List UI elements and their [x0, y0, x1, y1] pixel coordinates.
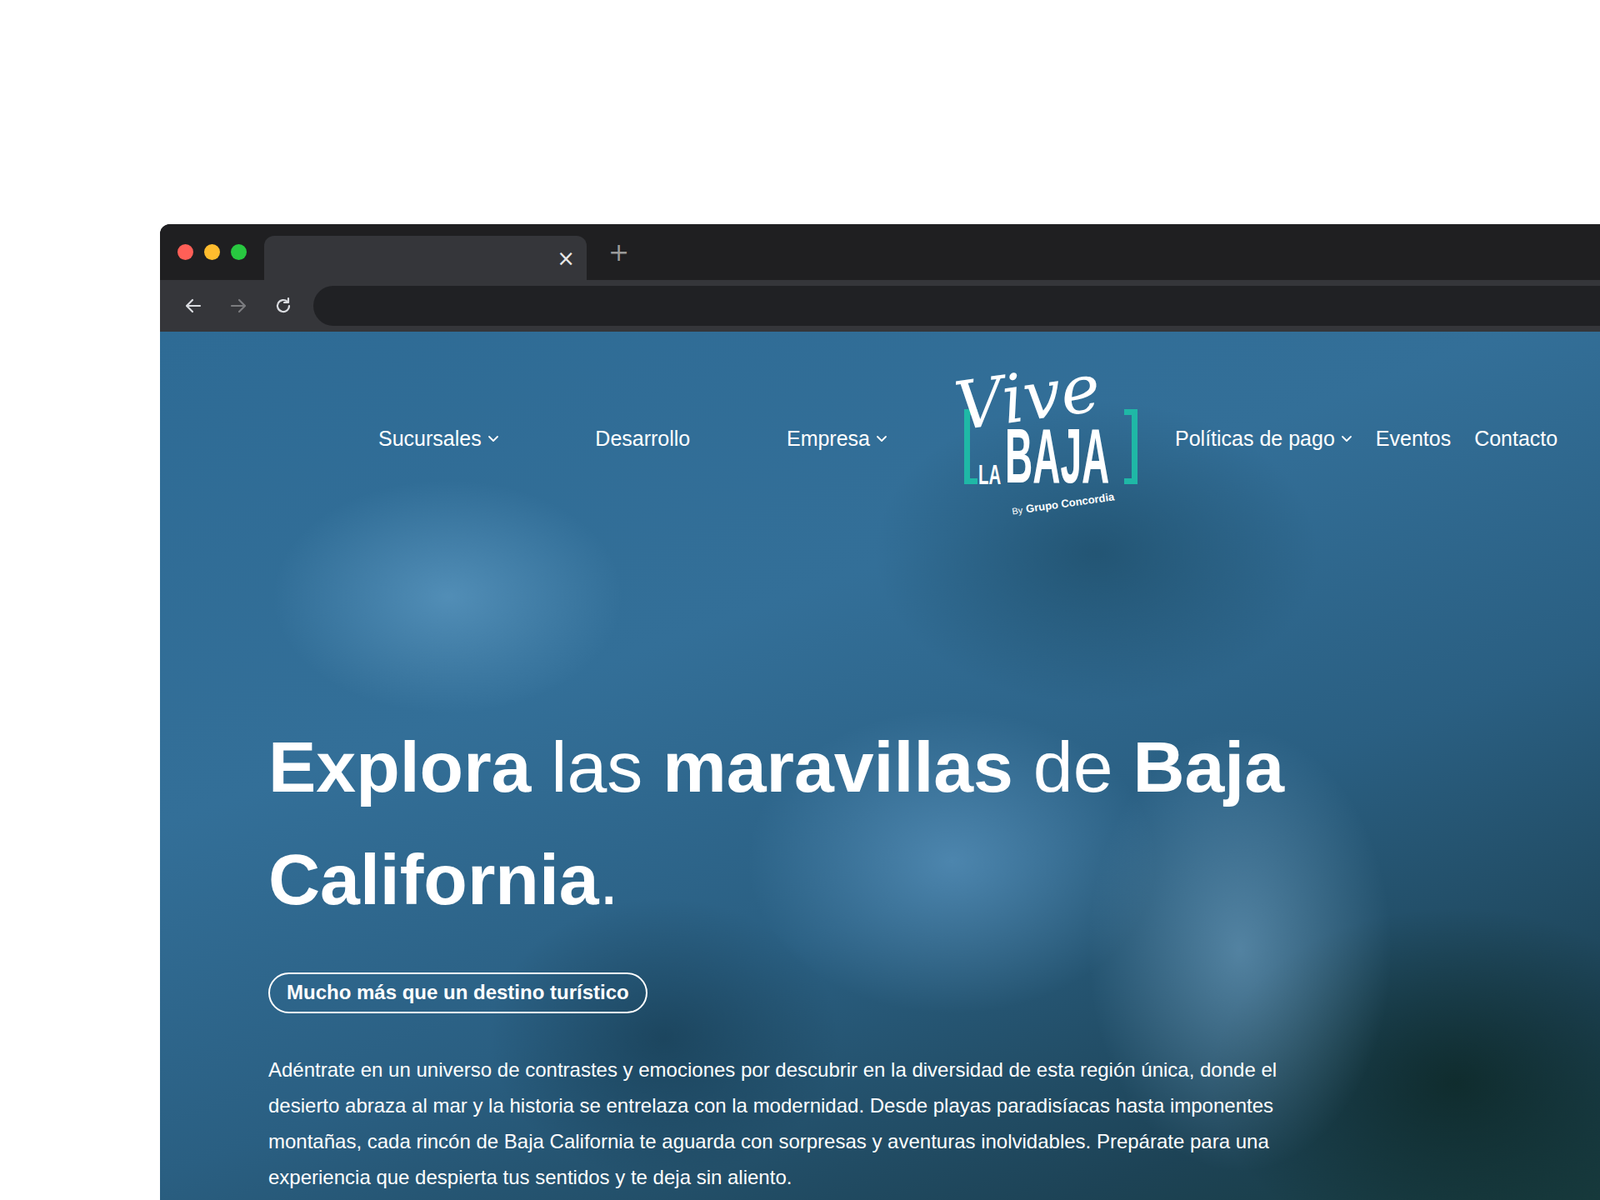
nav-link[interactable]: Sucursales [378, 421, 500, 456]
nav-link[interactable]: Desarrollo [595, 421, 690, 456]
nav-link[interactable]: Políticas de pago [1175, 421, 1353, 456]
tagline-badge: Mucho más que un destino turístico [268, 972, 648, 1014]
nav-label[interactable]: Sucursales [378, 426, 482, 451]
browser-window: × + SucursalesDesarrolloEmpresa ViveLABA… [160, 224, 1600, 1200]
heading-segment: Explora [268, 726, 551, 807]
nav-label[interactable]: Empresa [786, 426, 870, 451]
desktop: × + SucursalesDesarrolloEmpresa ViveLABA… [0, 0, 1600, 1200]
window-control-dot[interactable] [204, 244, 220, 260]
logo-la: LA [978, 459, 1001, 490]
tagline-row: Mucho más que un destino turístico [268, 935, 1600, 1014]
nav-label[interactable]: Eventos [1375, 426, 1451, 451]
chevron-down-icon [487, 435, 500, 443]
tab-strip: × + [160, 224, 1600, 280]
heading-segment: maravillas [662, 726, 1034, 807]
reload-icon [273, 295, 294, 316]
hero-text: Explora las maravillas de Baja Californi… [160, 710, 1600, 1195]
reload-button[interactable] [265, 287, 302, 325]
nav-right: Políticas de pago Eventos Contacto [1175, 421, 1558, 456]
logo-baja: BAJA [1005, 414, 1110, 499]
toolbar [160, 280, 1600, 332]
new-tab-button[interactable]: + [608, 240, 630, 265]
heading-segment: las [550, 726, 663, 807]
hero-heading: Explora las maravillas de Baja Californi… [268, 710, 1319, 936]
nav-label[interactable]: Contacto [1474, 426, 1558, 451]
heading-segment: . [599, 839, 620, 920]
nav-link[interactable]: Eventos [1375, 421, 1451, 456]
window-control-dot[interactable] [177, 244, 194, 260]
tab-close-button[interactable]: × [556, 247, 575, 270]
window-controls [160, 224, 265, 280]
address-bar[interactable] [313, 285, 1600, 326]
back-arrow-icon [183, 295, 204, 316]
nav-link[interactable]: Empresa [786, 421, 888, 456]
forward-arrow-icon [228, 295, 249, 316]
chevron-down-icon [1340, 435, 1353, 443]
back-button[interactable] [175, 287, 212, 325]
hero-description: Adéntrate en un universo de contrastes y… [268, 1051, 1310, 1195]
nav-link[interactable]: Contacto [1474, 421, 1558, 456]
heading-segment: Baja [1132, 726, 1305, 807]
logo-bracket-right [1124, 409, 1138, 485]
hero-section: SucursalesDesarrolloEmpresa ViveLABAJABy… [160, 331, 1600, 1200]
chevron-down-icon [875, 435, 888, 443]
nav-label[interactable]: Desarrollo [595, 426, 690, 451]
main-nav: SucursalesDesarrolloEmpresa ViveLABAJABy… [160, 331, 1600, 520]
nav-label[interactable]: Políticas de pago [1175, 426, 1335, 451]
browser-tab[interactable]: × [264, 235, 587, 280]
heading-segment: de [1033, 726, 1134, 807]
forward-button[interactable] [220, 287, 257, 325]
nav-left: Sucursales Desarrollo Empresa [378, 421, 888, 456]
heading-segment: California [268, 839, 600, 920]
logo[interactable]: ViveLABAJAByGrupo Concordia [950, 357, 1142, 520]
logo-by: By [1011, 504, 1025, 518]
window-control-dot[interactable] [230, 244, 247, 260]
